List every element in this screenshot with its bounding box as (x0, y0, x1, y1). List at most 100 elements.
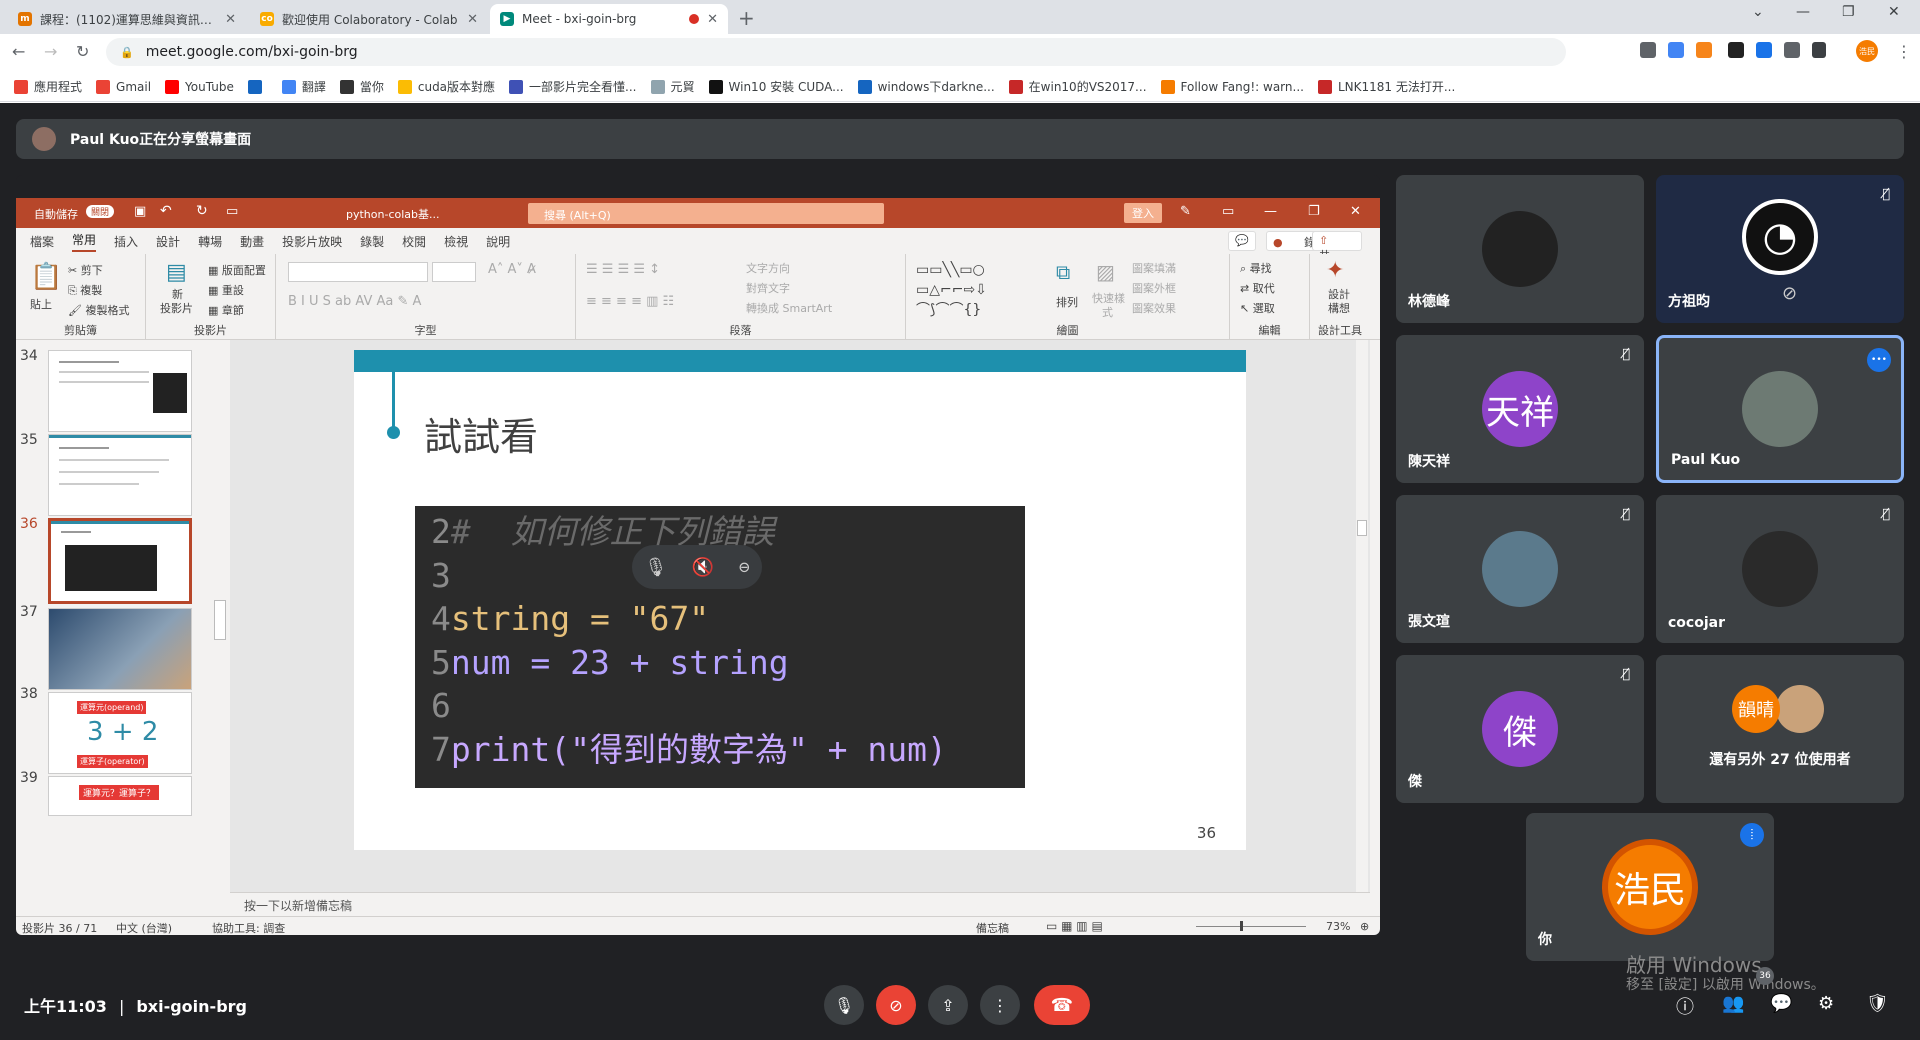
more-options-icon[interactable]: ••• (1867, 348, 1891, 372)
self-tile[interactable]: 浩民 ⦙ 你 (1526, 813, 1774, 961)
info-icon[interactable]: ⓘ (1676, 993, 1694, 1019)
close-icon[interactable]: ✕ (707, 12, 718, 27)
host-controls-icon[interactable]: 🛡 (1866, 993, 1889, 1014)
quick-styles-icon[interactable]: ▨ (1096, 260, 1115, 284)
people-icon[interactable]: 👥 (1722, 993, 1744, 1014)
close-window-button[interactable]: ✕ (1888, 4, 1900, 20)
leave-call-button[interactable]: ☎ (1034, 985, 1090, 1025)
reset-button[interactable]: ▦ 重設 (208, 282, 244, 298)
bookmark-item[interactable]: Gmail (96, 79, 151, 94)
menu-tab[interactable]: 動畫 (240, 233, 264, 250)
search-input[interactable]: 搜尋 (Alt+Q) (528, 203, 884, 224)
arrange-button[interactable]: 排列 (1056, 294, 1078, 310)
slide-thumbnail[interactable] (48, 434, 192, 516)
address-bar[interactable]: 🔒 meet.google.com/bxi-goin-brg (106, 38, 1566, 66)
menu-tab[interactable]: 說明 (486, 233, 510, 250)
close-window-button[interactable]: ✕ (1350, 204, 1361, 219)
zoom-level[interactable]: 73% (1326, 920, 1350, 933)
more-options-button[interactable]: ⋮ (980, 985, 1020, 1025)
shape-fill-button[interactable]: 圖案填滿 (1132, 260, 1176, 276)
extension-icon[interactable] (1728, 42, 1744, 58)
file-name[interactable]: python-colab基... (346, 206, 440, 222)
metamask-icon[interactable] (1696, 42, 1712, 58)
profile-avatar[interactable]: 浩民 (1856, 40, 1878, 62)
extension-icon[interactable] (1756, 42, 1772, 58)
save-icon[interactable]: ▣ (134, 204, 146, 219)
participant-tile[interactable]: 韻晴 還有另外 27 位使用者 (1656, 655, 1904, 803)
shape-outline-button[interactable]: 圖案外框 (1132, 280, 1176, 296)
present-icon[interactable]: ▭ (226, 204, 238, 219)
menu-tab[interactable]: 設計 (156, 233, 180, 250)
bookmark-item[interactable]: YouTube (165, 79, 234, 94)
scrollbar-thumb[interactable] (214, 600, 226, 640)
redo-icon[interactable]: ↻ (196, 203, 208, 219)
scrollbar-thumb[interactable] (1357, 520, 1367, 536)
new-slide-button[interactable]: 投影片 (160, 300, 193, 316)
replace-button[interactable]: ⇄ 取代 (1240, 280, 1275, 296)
tab-meet[interactable]: ▶ Meet - bxi-goin-brg ✕ (490, 4, 728, 34)
language-indicator[interactable]: 中文 (台灣) (116, 920, 172, 935)
activities-icon[interactable]: ⚙ (1818, 993, 1834, 1014)
camera-off-button[interactable]: ⊘ (876, 985, 916, 1025)
participant-tile[interactable]: 天祥 🎙̸ 陳天祥 (1396, 335, 1644, 483)
participant-tile[interactable]: 林德峰 (1396, 175, 1644, 323)
slide-scrollbar[interactable] (1356, 340, 1368, 892)
participant-tile[interactable]: ◔ 🎙̸ ⊘ 方祖昀 (1656, 175, 1904, 323)
extension-icon[interactable] (1640, 42, 1656, 58)
login-button[interactable]: 登入 (1124, 203, 1162, 223)
restore-button[interactable]: ❐ (1842, 4, 1855, 20)
bookmark-item[interactable]: 應用程式 (14, 78, 82, 95)
accessibility-indicator[interactable]: 協助工具: 調查 (212, 920, 285, 935)
bookmark-item[interactable]: 在win10的VS2017... (1008, 78, 1147, 95)
autosave-toggle[interactable]: 關閉 (86, 205, 115, 218)
puzzle-icon[interactable] (1784, 42, 1800, 58)
speaker-off-icon[interactable]: 🔇 (692, 557, 714, 578)
bookmark-item[interactable] (247, 79, 268, 94)
chat-icon[interactable]: 💬 36 (1756, 967, 1792, 1014)
notes-toggle[interactable]: 備忘稿 (976, 920, 1009, 935)
tab-colab[interactable]: co 歡迎使用 Colaboratory - Colab ✕ (250, 4, 488, 34)
close-icon[interactable]: ✕ (467, 12, 478, 27)
close-icon[interactable]: ✕ (225, 12, 236, 27)
fit-slide-icon[interactable]: ⊕ (1360, 920, 1369, 933)
current-slide[interactable]: 試試看 2# 如何修正下列錯誤 3 4string = "67" 5num = … (354, 350, 1246, 850)
lock-icon[interactable]: 🔒 (120, 46, 134, 59)
slide-thumbnail[interactable] (48, 608, 192, 690)
select-button[interactable]: ↖ 選取 (1240, 300, 1275, 316)
bookmark-item[interactable]: Win10 安裝 CUDA... (708, 78, 844, 95)
font-format-icons[interactable]: B I U S ab AV Aa ✎ A (288, 294, 421, 309)
participant-tile[interactable]: ••• Paul Kuo (1656, 335, 1904, 483)
bookmark-item[interactable]: 翻譯 (281, 78, 326, 95)
slide-thumbnail-selected[interactable] (48, 518, 192, 604)
menu-tab[interactable]: 投影片放映 (282, 233, 342, 250)
section-button[interactable]: ▦ 章節 (208, 302, 244, 318)
font-grow-icon[interactable]: A˄ A˅ A̷ (488, 262, 536, 277)
minimize-button[interactable]: — (1796, 4, 1810, 20)
tab-search-icon[interactable]: ⌄ (1752, 4, 1764, 20)
mic-off-icon[interactable]: 🎙 (644, 557, 667, 578)
menu-tab[interactable]: 常用 (72, 231, 97, 252)
remove-icon[interactable]: ⊖ (739, 557, 750, 578)
translate-icon[interactable] (1668, 42, 1684, 58)
present-button[interactable]: ⇪ (928, 985, 968, 1025)
bookmark-item[interactable]: windows下darkne... (857, 78, 995, 95)
bookmark-item[interactable]: 元貿 (650, 78, 695, 95)
comments-icon[interactable]: 💬 (1228, 231, 1256, 251)
mic-button[interactable]: 🎙 (824, 985, 864, 1025)
smartart-button[interactable]: 轉換成 SmartArt (746, 300, 832, 316)
new-slide-icon[interactable]: ▤ (166, 260, 187, 285)
slide-thumbnail[interactable]: 運算元(operand) 3 + 2 運算子(operator) (48, 692, 192, 774)
designer-icon[interactable]: ✦ (1326, 258, 1344, 283)
minimize-button[interactable]: — (1264, 204, 1277, 219)
menu-tab[interactable]: 轉場 (198, 233, 222, 250)
copy-button[interactable]: ⎘ 複製 (68, 282, 102, 298)
paste-icon[interactable]: 📋 (30, 262, 62, 292)
bookmark-item[interactable]: LNK1181 无法打开... (1317, 78, 1455, 95)
bookmark-item[interactable]: cuda版本對應 (397, 78, 495, 95)
menu-icon[interactable]: ⋮ (1896, 42, 1912, 61)
bookmark-item[interactable]: 當你 (339, 78, 384, 95)
pen-icon[interactable]: ✎ (1180, 204, 1191, 219)
list-icons[interactable]: ☰ ☰ ☰ ☰ ↕ (586, 262, 660, 277)
find-button[interactable]: ⌕ 尋找 (1240, 260, 1272, 276)
paste-button[interactable]: 貼上 (30, 296, 52, 312)
